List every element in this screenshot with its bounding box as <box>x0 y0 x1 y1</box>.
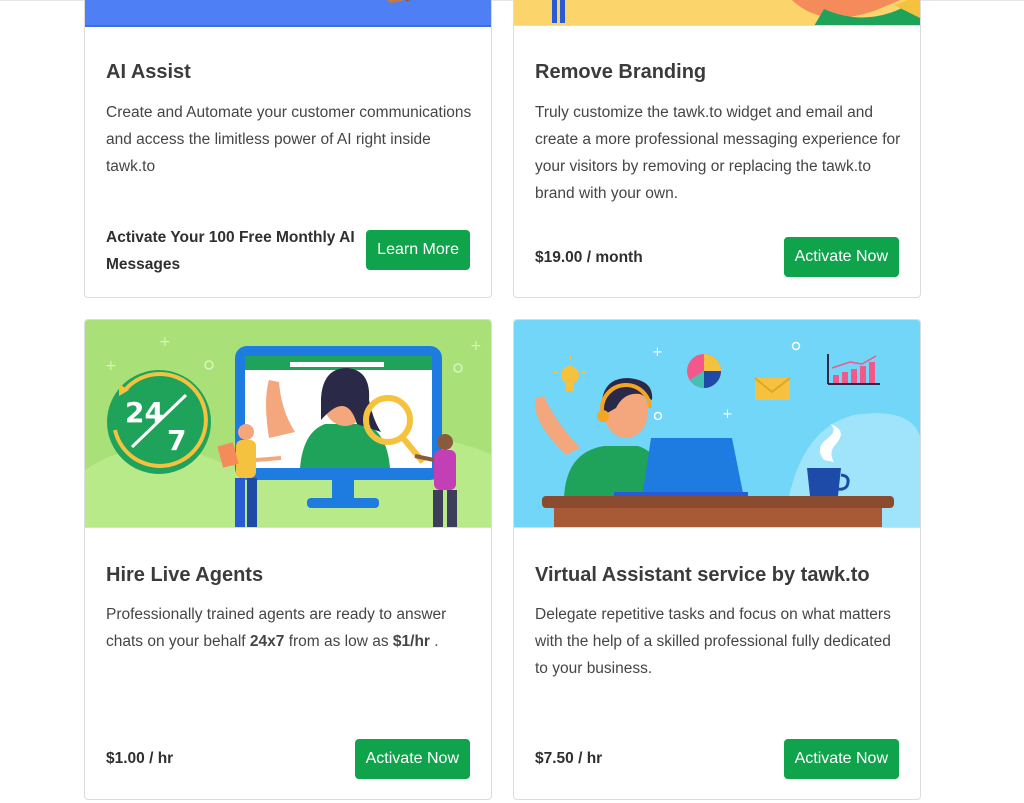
card-title: Virtual Assistant service by tawk.to <box>535 564 870 586</box>
desc-highlight-price: $1/hr <box>392 633 430 650</box>
desc-text: from as low as <box>284 633 393 650</box>
card-title: AI Assist <box>106 61 191 83</box>
desk-illustration <box>542 496 894 528</box>
clock-24-7-icon: 24 7 <box>107 370 211 474</box>
card-title: Hire Live Agents <box>106 564 264 586</box>
learn-more-button[interactable]: Learn More <box>366 230 470 270</box>
ai-assist-illustration <box>85 0 491 26</box>
card-banner-remove-branding <box>514 0 920 26</box>
banner-edge <box>514 527 920 528</box>
banner-edge <box>85 25 491 27</box>
card-hire-live-agents: + + + 24 7 Hire Live Agents Professional… <box>84 319 492 800</box>
envelope-icon <box>754 377 791 400</box>
card-ai-assist: AI Assist Create and Automate your custo… <box>84 0 492 298</box>
virtual-assistant-illustration: + + <box>514 320 920 528</box>
card-remove-branding: Remove Branding Truly customize the tawk… <box>513 0 921 298</box>
activate-now-button[interactable]: Activate Now <box>783 237 899 277</box>
button-label: Learn More <box>377 241 459 258</box>
card-virtual-assistant: + + Virtual Assistant service by tawk.to… <box>513 319 921 800</box>
svg-text:7: 7 <box>167 424 186 457</box>
desc-text: . <box>429 633 439 650</box>
svg-text:+: + <box>470 338 482 354</box>
price: $1.00 / hr <box>106 750 174 767</box>
desc-highlight-24x7: 24x7 <box>249 633 285 650</box>
card-banner-virtual-assistant: + + <box>514 320 920 528</box>
button-label: Activate Now <box>794 248 888 265</box>
activate-now-button[interactable]: Activate Now <box>783 739 899 779</box>
price: $7.50 / hr <box>535 750 603 767</box>
card-description: Create and Automate your customer commun… <box>106 104 472 175</box>
card-description: Delegate repetitive tasks and focus on w… <box>535 606 891 677</box>
card-description: Professionally trained agents are ready … <box>106 601 476 655</box>
svg-text:+: + <box>722 407 733 422</box>
svg-text:24: 24 <box>125 396 164 429</box>
free-messages-note: Activate Your 100 Free Monthly AI Messag… <box>106 229 355 273</box>
card-banner-ai-assist <box>85 0 491 26</box>
pie-chart-icon <box>687 354 721 388</box>
button-label: Activate Now <box>794 750 888 767</box>
svg-text:+: + <box>105 358 117 374</box>
banner-edge <box>85 527 491 528</box>
card-description: Truly customize the tawk.to widget and e… <box>535 104 901 202</box>
button-label: Activate Now <box>365 750 459 767</box>
activate-now-button[interactable]: Activate Now <box>354 739 470 779</box>
card-banner-hire-live-agents: + + + 24 7 <box>85 320 491 528</box>
card-title: Remove Branding <box>535 61 707 83</box>
price: $19.00 / month <box>535 249 643 266</box>
banner-edge <box>514 25 920 26</box>
svg-text:+: + <box>652 345 663 360</box>
svg-text:+: + <box>159 334 171 350</box>
live-agents-illustration: + + + 24 7 <box>85 320 491 528</box>
remove-branding-illustration <box>514 0 920 26</box>
